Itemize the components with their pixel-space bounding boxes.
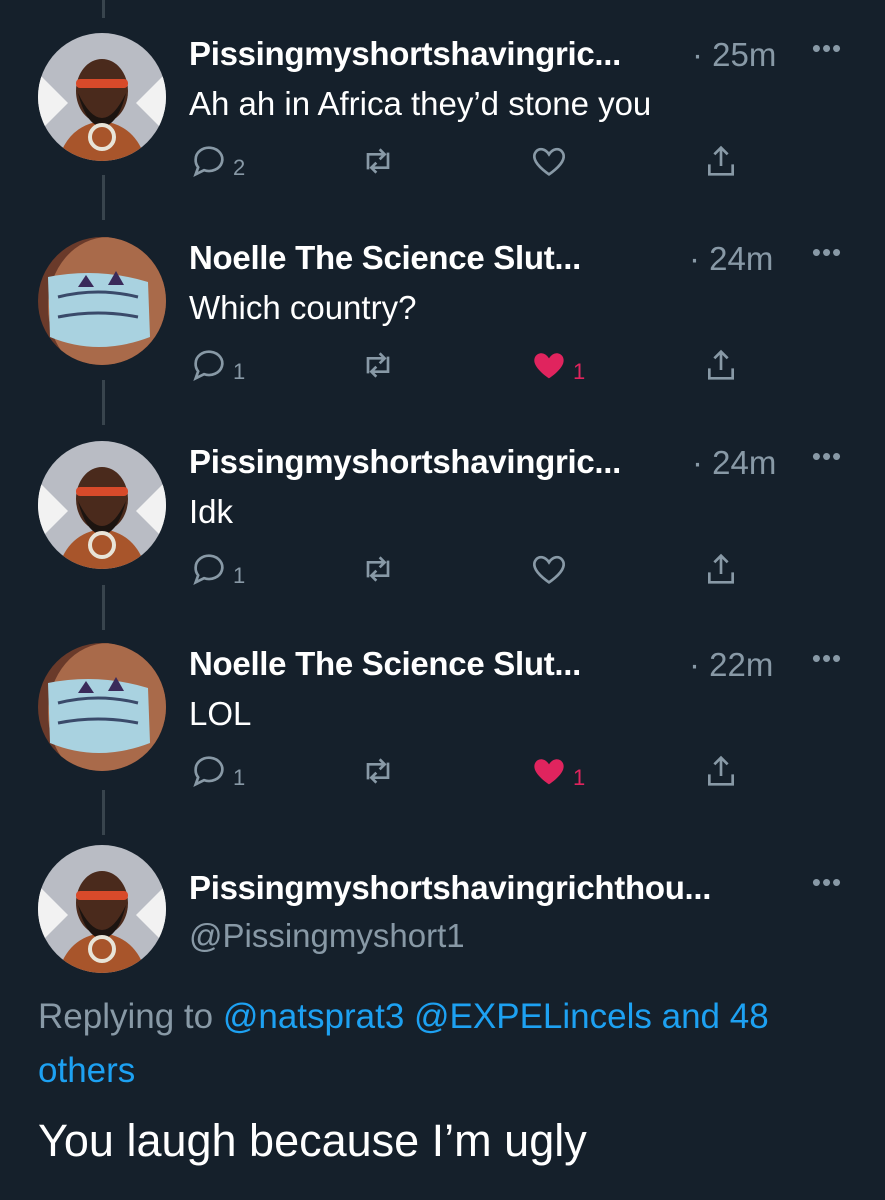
tweet-header: Noelle The Science Slut... · 22m ••• bbox=[189, 643, 841, 687]
share-button[interactable] bbox=[701, 751, 741, 791]
timestamp[interactable]: · 25m bbox=[692, 36, 776, 74]
replying-users-link[interactable]: @natsprat3 @EXPELincels bbox=[223, 997, 652, 1036]
retweet-button[interactable] bbox=[357, 549, 399, 589]
retweet-icon bbox=[366, 352, 390, 378]
thread-tweet[interactable]: Noelle The Science Slut... · 22m ••• LOL… bbox=[0, 643, 885, 848]
like-button[interactable]: 1 bbox=[529, 751, 585, 791]
more-options-icon[interactable]: ••• bbox=[809, 441, 845, 477]
reply-icon bbox=[193, 146, 224, 178]
share-icon bbox=[708, 145, 734, 176]
heart-filled-icon bbox=[534, 353, 564, 379]
tweet-header: Pissingmyshortshavingrichthou... ••• bbox=[189, 867, 841, 911]
retweet-icon bbox=[366, 758, 390, 784]
display-name[interactable]: Noelle The Science Slut... bbox=[189, 239, 581, 277]
tweet-text: Ah ah in Africa they’d stone you bbox=[189, 85, 652, 122]
timestamp[interactable]: · 24m bbox=[689, 240, 773, 278]
timestamp[interactable]: · 22m bbox=[689, 646, 773, 684]
thread-tweet[interactable]: Pissingmyshortshavingric... · 25m ••• Ah… bbox=[0, 33, 885, 238]
share-icon bbox=[708, 755, 734, 786]
like-button[interactable]: 1 bbox=[529, 345, 585, 385]
display-name[interactable]: Pissingmyshortshavingrichthou... bbox=[189, 869, 711, 907]
heart-icon bbox=[533, 147, 565, 176]
reply-count: 2 bbox=[233, 155, 246, 180]
like-count: 1 bbox=[573, 359, 586, 384]
man-sunglasses-avatar[interactable] bbox=[38, 845, 166, 973]
user-handle[interactable]: @Pissingmyshort1 bbox=[189, 917, 465, 955]
share-icon bbox=[708, 349, 734, 380]
reply-button[interactable]: 1 bbox=[189, 549, 245, 589]
replying-prefix: Replying to bbox=[38, 997, 214, 1036]
retweet-button[interactable] bbox=[357, 141, 399, 181]
thread-connector bbox=[102, 0, 105, 18]
more-options-icon[interactable]: ••• bbox=[809, 643, 845, 679]
tweet-text: LOL bbox=[189, 695, 252, 732]
retweet-icon bbox=[366, 556, 390, 582]
woman-mask-avatar[interactable] bbox=[38, 643, 166, 771]
tweet-actions: 2 bbox=[189, 141, 749, 185]
display-name[interactable]: Noelle The Science Slut... bbox=[189, 645, 581, 683]
tweet-actions: 1 1 bbox=[189, 751, 749, 795]
timestamp[interactable]: · 24m bbox=[692, 444, 776, 482]
share-button[interactable] bbox=[701, 345, 741, 385]
reply-count: 1 bbox=[233, 359, 246, 384]
share-button[interactable] bbox=[701, 141, 741, 181]
heart-filled-icon bbox=[534, 759, 564, 785]
tweet-header: Noelle The Science Slut... · 24m ••• bbox=[189, 237, 841, 281]
retweet-icon bbox=[366, 148, 390, 174]
tweet-header: Pissingmyshortshavingric... · 24m ••• bbox=[189, 441, 841, 485]
tweet-text: Which country? bbox=[189, 289, 417, 326]
heart-icon bbox=[533, 555, 565, 584]
tweet-header: Pissingmyshortshavingric... · 25m ••• bbox=[189, 33, 841, 77]
retweet-button[interactable] bbox=[357, 345, 399, 385]
woman-mask-avatar[interactable] bbox=[38, 237, 166, 365]
display-name[interactable]: Pissingmyshortshavingric... bbox=[189, 35, 621, 73]
reply-button[interactable]: 2 bbox=[189, 141, 245, 181]
reply-count: 1 bbox=[233, 765, 246, 790]
like-button[interactable] bbox=[529, 141, 569, 181]
more-options-icon[interactable]: ••• bbox=[809, 33, 845, 69]
more-options-icon[interactable]: ••• bbox=[809, 237, 845, 273]
tweet-actions: 1 bbox=[189, 549, 749, 593]
man-sunglasses-avatar[interactable] bbox=[38, 441, 166, 569]
replying-to: Replying to @natsprat3 @EXPELincels and … bbox=[38, 990, 838, 1098]
share-button[interactable] bbox=[701, 549, 741, 589]
like-count: 1 bbox=[573, 765, 586, 790]
display-name[interactable]: Pissingmyshortshavingric... bbox=[189, 443, 621, 481]
more-options-icon[interactable]: ••• bbox=[809, 867, 845, 903]
main-tweet-text: You laugh because I’m ugly bbox=[38, 1115, 587, 1166]
reply-icon bbox=[193, 350, 224, 382]
retweet-button[interactable] bbox=[357, 751, 399, 791]
like-button[interactable] bbox=[529, 549, 569, 589]
man-sunglasses-avatar[interactable] bbox=[38, 33, 166, 161]
reply-button[interactable]: 1 bbox=[189, 345, 245, 385]
reply-count: 1 bbox=[233, 563, 246, 588]
thread-tweet[interactable]: Pissingmyshortshavingric... · 24m ••• Id… bbox=[0, 441, 885, 646]
tweet-actions: 1 1 bbox=[189, 345, 749, 389]
share-icon bbox=[708, 553, 734, 584]
reply-icon bbox=[193, 756, 224, 788]
reply-button[interactable]: 1 bbox=[189, 751, 245, 791]
tweet-text: Idk bbox=[189, 493, 234, 530]
thread-tweet[interactable]: Noelle The Science Slut... · 24m ••• Whi… bbox=[0, 237, 885, 442]
reply-icon bbox=[193, 554, 224, 586]
